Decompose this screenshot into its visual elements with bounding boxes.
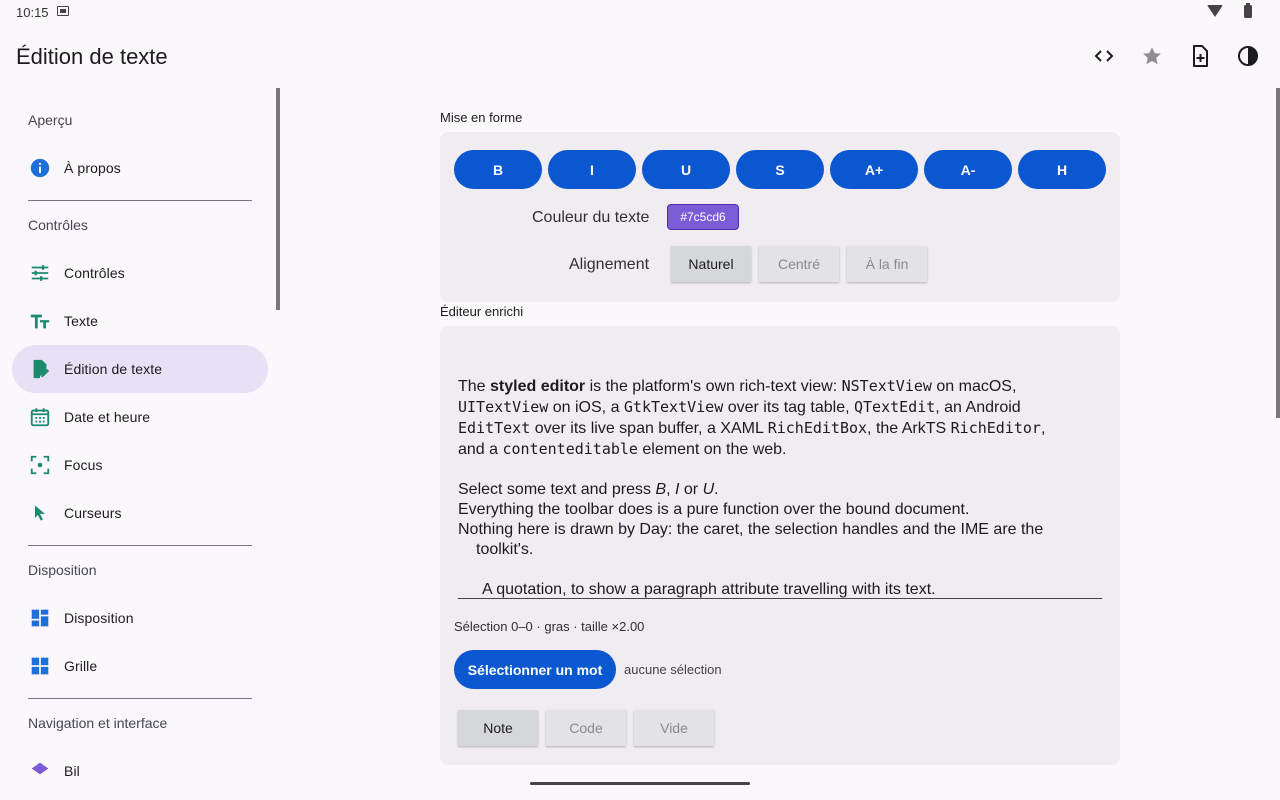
divider bbox=[28, 200, 252, 201]
section-controles: Contrôles bbox=[28, 217, 88, 233]
divider bbox=[28, 545, 252, 546]
sidebar-scrollbar[interactable] bbox=[276, 88, 280, 310]
favorite-button[interactable] bbox=[1136, 40, 1168, 72]
section-disposition: Disposition bbox=[28, 562, 97, 578]
underline-button[interactable]: U bbox=[642, 150, 730, 189]
sidebar-item-label: À propos bbox=[64, 160, 121, 176]
rich-text-editor[interactable]: The styled editor is the platform's own … bbox=[458, 376, 1102, 600]
font-size-decrease-button[interactable]: A- bbox=[924, 150, 1012, 189]
code-view-button[interactable] bbox=[1088, 40, 1120, 72]
block-note-button[interactable]: Note bbox=[458, 710, 538, 746]
font-size-increase-button[interactable]: A+ bbox=[830, 150, 918, 189]
section-navigation: Navigation et interface bbox=[28, 715, 168, 731]
sidebar-item-text[interactable]: Texte bbox=[12, 297, 268, 345]
calendar-icon bbox=[28, 405, 52, 429]
editor-paragraph: Everything the toolbar does is a pure fu… bbox=[458, 501, 970, 518]
home-indicator[interactable] bbox=[530, 782, 750, 785]
editor-section-label: Éditeur enrichi bbox=[440, 304, 524, 319]
cursor-icon bbox=[28, 501, 52, 525]
text-fields-icon bbox=[28, 309, 52, 333]
sidebar-item-label: Grille bbox=[64, 658, 98, 674]
format-section-label: Mise en forme bbox=[440, 110, 523, 125]
selection-info: Sélection 0–0 · gras · taille ×2.00 bbox=[454, 619, 645, 634]
sidebar-item-label: Texte bbox=[64, 313, 98, 329]
tune-icon bbox=[28, 261, 52, 285]
edit-document-icon bbox=[28, 357, 52, 381]
status-bar: 10:15 bbox=[0, 0, 1280, 24]
format-card: B I U S A+ A- H Couleur du texte #7c5cd6… bbox=[440, 132, 1120, 302]
sidebar-item-text-editing[interactable]: Édition de texte bbox=[12, 345, 268, 393]
battery-icon bbox=[1244, 3, 1252, 18]
new-document-button[interactable] bbox=[1184, 40, 1216, 72]
sidebar-item-label: Date et heure bbox=[64, 409, 151, 425]
selection-status: aucune sélection bbox=[624, 662, 722, 677]
editor-paragraph: Select some text and press B, I or U. bbox=[458, 481, 719, 498]
sidebar-item-label: Disposition bbox=[64, 610, 134, 626]
info-icon bbox=[28, 156, 52, 180]
page-title: Édition de texte bbox=[16, 44, 168, 69]
grid-icon bbox=[28, 654, 52, 678]
code-icon bbox=[1094, 50, 1114, 62]
sidebar-item-label: Focus bbox=[64, 457, 103, 473]
strikethrough-button[interactable]: S bbox=[736, 150, 824, 189]
theme-toggle-button[interactable] bbox=[1232, 40, 1264, 72]
block-code-button[interactable]: Code bbox=[546, 710, 626, 746]
highlight-button[interactable]: H bbox=[1018, 150, 1106, 189]
sidebar-item-label: Bil bbox=[64, 763, 80, 778]
editor-card: The styled editor is the platform's own … bbox=[440, 326, 1120, 765]
sidebar-item-label: Contrôles bbox=[64, 265, 125, 281]
editor-paragraph: The styled editor is the platform's own … bbox=[458, 377, 1046, 458]
block-empty-button[interactable]: Vide bbox=[634, 710, 714, 746]
select-word-button[interactable]: Sélectionner un mot bbox=[454, 650, 616, 689]
sidebar-item-controls[interactable]: Contrôles bbox=[12, 249, 268, 297]
status-time: 10:15 bbox=[16, 5, 49, 20]
sidebar-item-layout[interactable]: Disposition bbox=[12, 594, 268, 642]
sidebar-item-date-time[interactable]: Date et heure bbox=[12, 393, 268, 441]
align-center-button[interactable]: Centré bbox=[759, 246, 839, 282]
section-apercu: Aperçu bbox=[28, 112, 73, 128]
italic-button[interactable]: I bbox=[548, 150, 636, 189]
bold-button[interactable]: B bbox=[454, 150, 542, 189]
align-natural-button[interactable]: Naturel bbox=[671, 246, 751, 282]
sidebar-item-grid[interactable]: Grille bbox=[12, 642, 268, 690]
contrast-icon bbox=[1238, 46, 1258, 66]
sidebar-item-label: Curseurs bbox=[64, 505, 122, 521]
sidebar-item-focus[interactable]: Focus bbox=[12, 441, 268, 489]
sidebar: Aperçu À propos Contrôles Contrôles Text… bbox=[0, 88, 280, 778]
star-icon bbox=[1143, 47, 1161, 65]
note-add-icon bbox=[1193, 45, 1208, 67]
sidebar-item-label: Édition de texte bbox=[64, 361, 163, 377]
editor-quote: A quotation, to show a paragraph attribu… bbox=[482, 581, 936, 598]
center-focus-icon bbox=[28, 453, 52, 477]
editor-paragraph: toolkit's. bbox=[476, 541, 534, 558]
screenshot-icon bbox=[57, 6, 69, 16]
text-color-label: Couleur du texte bbox=[532, 209, 650, 226]
content-scrollbar[interactable] bbox=[1276, 88, 1280, 418]
layers-icon bbox=[28, 759, 52, 778]
sidebar-item-cursors[interactable]: Curseurs bbox=[12, 489, 268, 537]
sidebar-item-about[interactable]: À propos bbox=[12, 144, 268, 192]
text-color-picker[interactable]: #7c5cd6 bbox=[667, 204, 739, 230]
sidebar-item-partial[interactable]: Bil bbox=[12, 747, 268, 778]
divider bbox=[28, 698, 252, 699]
editor-paragraph: Nothing here is drawn by Day: the caret,… bbox=[458, 521, 1044, 538]
wifi-icon bbox=[1207, 5, 1223, 17]
editor-underline bbox=[458, 598, 1102, 599]
alignment-label: Alignement bbox=[569, 256, 650, 273]
align-end-button[interactable]: À la fin bbox=[847, 246, 927, 282]
dashboard-icon bbox=[28, 606, 52, 630]
